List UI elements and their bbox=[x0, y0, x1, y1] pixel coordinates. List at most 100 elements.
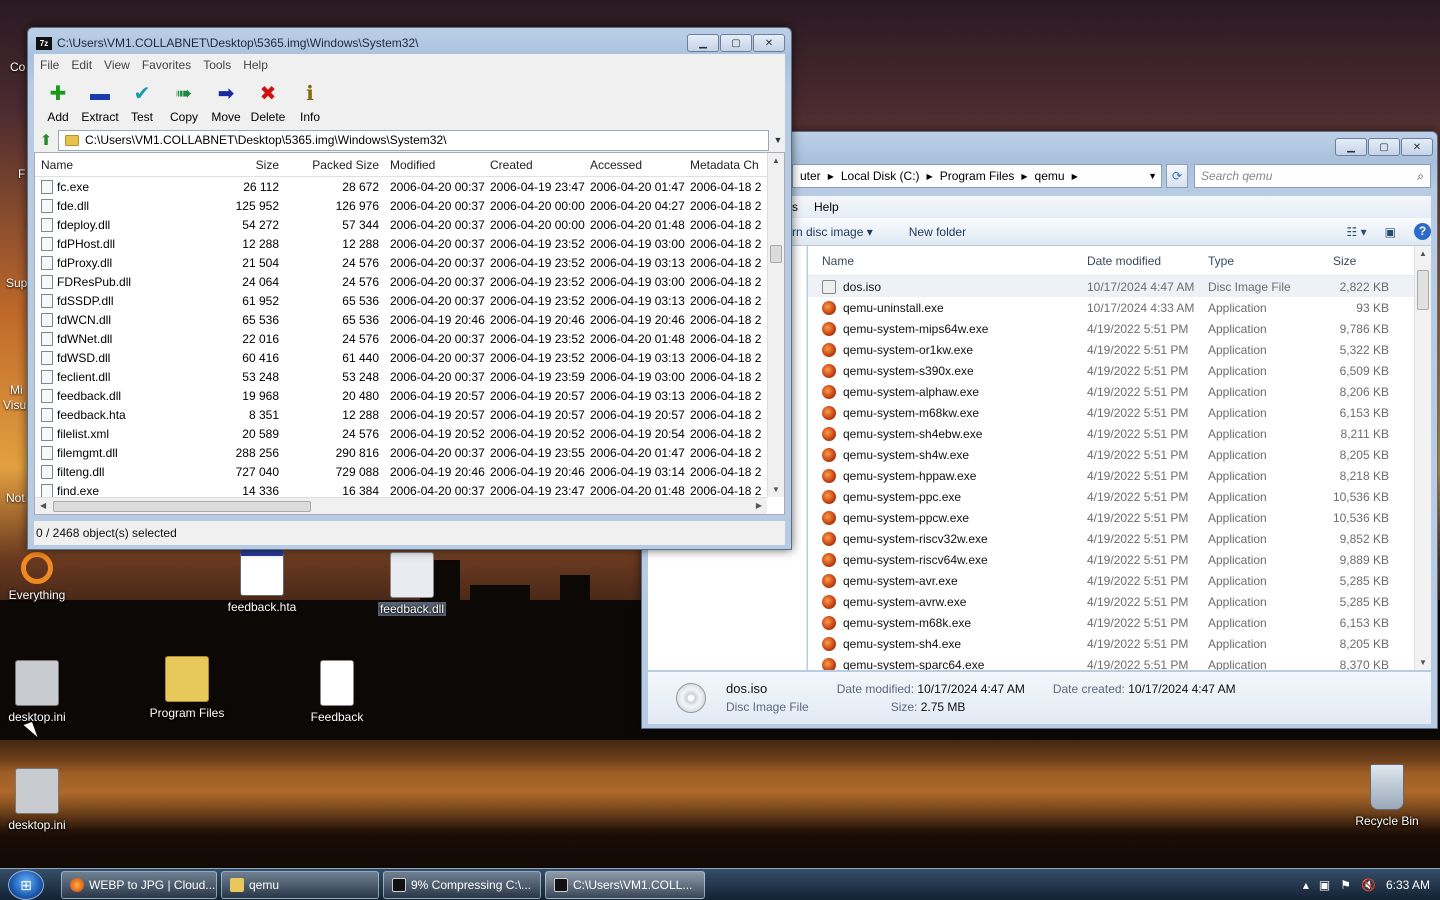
list-item[interactable]: qemu-system-ppc.exe 4/19/2022 5:51 PM Appl… bbox=[808, 486, 1431, 507]
breadcrumb-item[interactable]: qemu bbox=[1030, 169, 1070, 183]
close-button[interactable]: ✕ bbox=[1401, 138, 1433, 156]
desktop-icon-everything[interactable]: Everything bbox=[0, 552, 82, 602]
search-input[interactable]: Search qemu ⌕ bbox=[1194, 164, 1431, 188]
desktop-icon-feedback-hta[interactable]: feedback.hta bbox=[217, 550, 307, 614]
table-row[interactable]: fc.exe 26 112 28 672 2006-04-20 00:37 2006-0… bbox=[35, 177, 784, 196]
search-icon[interactable]: ⌕ bbox=[1417, 169, 1430, 184]
list-item[interactable]: qemu-system-or1kw.exe 4/19/2022 5:51 PM Ap… bbox=[808, 339, 1431, 360]
scrollbar-thumb[interactable] bbox=[53, 501, 311, 512]
list-item[interactable]: qemu-system-riscv64w.exe 4/19/2022 5:51 P… bbox=[808, 549, 1431, 570]
delete-button[interactable]: ✖ Delete bbox=[247, 76, 289, 128]
maximize-button[interactable]: ▢ bbox=[720, 34, 752, 52]
scroll-up-icon[interactable]: ▲ bbox=[1419, 249, 1427, 258]
volume-muted-icon[interactable]: 🔇 bbox=[1361, 878, 1376, 892]
test-button[interactable]: ✔ Test bbox=[121, 76, 163, 128]
list-item[interactable]: qemu-system-s390x.exe 4/19/2022 5:51 PM Ap… bbox=[808, 360, 1431, 381]
new-folder-button[interactable]: New folder bbox=[889, 225, 982, 239]
menu-item-favorites[interactable]: Favorites bbox=[136, 58, 197, 72]
tray-expand-icon[interactable]: ▴ bbox=[1303, 878, 1309, 892]
action-center-flag-icon[interactable]: ⚑ bbox=[1340, 878, 1351, 892]
table-row[interactable]: filteng.dll 727 040 729 088 2006-04-19 20:4… bbox=[35, 462, 784, 481]
list-item[interactable]: qemu-system-ppcw.exe 4/19/2022 5:51 PM App… bbox=[808, 507, 1431, 528]
table-row[interactable]: filelist.xml 20 589 24 576 2006-04-19 20:52… bbox=[35, 424, 784, 443]
archive-file-list[interactable]: Name Size Packed Size Modified Created A… bbox=[34, 152, 785, 515]
breadcrumb-separator-icon[interactable]: ▶ bbox=[1019, 172, 1029, 181]
menu-item-help[interactable]: Help bbox=[806, 200, 847, 214]
column-header-modified[interactable]: Modified bbox=[385, 158, 485, 172]
chevron-down-icon[interactable]: ▼ bbox=[1143, 171, 1161, 181]
column-header-size[interactable]: Size bbox=[185, 158, 285, 172]
list-item[interactable]: qemu-system-m68kw.exe 4/19/2022 5:51 PM Ap… bbox=[808, 402, 1431, 423]
desktop-icon-desktop-ini-2[interactable]: desktop.ini bbox=[0, 768, 82, 832]
menu-item-edit[interactable]: Edit bbox=[65, 58, 98, 72]
list-item[interactable]: qemu-system-sh4ebw.exe 4/19/2022 5:51 PM A… bbox=[808, 423, 1431, 444]
explorer-file-list[interactable]: Name Date modified Type Size dos.iso 10/1… bbox=[808, 246, 1431, 670]
table-row[interactable]: feclient.dll 53 248 53 248 2006-04-20 00:37… bbox=[35, 367, 784, 386]
up-folder-icon[interactable]: ⬆ bbox=[34, 131, 58, 149]
chevron-down-icon[interactable]: ▼ bbox=[771, 135, 785, 145]
burn-disc-image-button[interactable]: rn disc image ▾ bbox=[792, 225, 889, 239]
taskbar-item-qemu[interactable]: qemu bbox=[221, 871, 379, 899]
breadcrumb-separator-icon[interactable]: ▶ bbox=[1070, 172, 1080, 181]
menu-item-help[interactable]: Help bbox=[237, 58, 274, 72]
column-header-accessed[interactable]: Accessed bbox=[585, 158, 685, 172]
desktop-icon-feedback-dll[interactable]: feedback.dll bbox=[367, 552, 457, 616]
table-row[interactable]: fdSSDP.dll 61 952 65 536 2006-04-20 00:37 20… bbox=[35, 291, 784, 310]
column-header-metadata-changed[interactable]: Metadata Ch bbox=[685, 158, 765, 172]
menu-item-file[interactable]: File bbox=[34, 58, 65, 72]
menu-item-view[interactable]: View bbox=[98, 58, 136, 72]
table-row[interactable]: fdPHost.dll 12 288 12 288 2006-04-20 00:37 2… bbox=[35, 234, 784, 253]
column-header-date-modified[interactable]: Date modified bbox=[1069, 254, 1189, 268]
start-button[interactable]: ⊞ bbox=[8, 870, 44, 900]
breadcrumb-item[interactable]: uter bbox=[795, 169, 826, 183]
list-item[interactable]: qemu-system-avr.exe 4/19/2022 5:51 PM Appl… bbox=[808, 570, 1431, 591]
scroll-left-icon[interactable]: ◀ bbox=[40, 501, 46, 510]
taskbar-item-archive-window[interactable]: C:\Users\VM1.COLL... bbox=[545, 871, 705, 899]
menu-item-tools-partial[interactable]: s bbox=[792, 200, 806, 214]
scrollbar-thumb[interactable] bbox=[770, 245, 782, 263]
maximize-button[interactable]: ▢ bbox=[1368, 138, 1400, 156]
vertical-scrollbar[interactable]: ▲ ▼ bbox=[767, 153, 784, 497]
minimize-button[interactable]: ▁ bbox=[1335, 138, 1367, 156]
table-row[interactable]: FDResPub.dll 24 064 24 576 2006-04-20 00:37… bbox=[35, 272, 784, 291]
list-item[interactable]: qemu-uninstall.exe 10/17/2024 4:33 AM Appl… bbox=[808, 297, 1431, 318]
list-item[interactable]: qemu-system-sh4w.exe 4/19/2022 5:51 PM App… bbox=[808, 444, 1431, 465]
help-icon[interactable]: ? bbox=[1414, 223, 1431, 240]
column-header-name[interactable]: Name bbox=[808, 254, 1069, 268]
close-button[interactable]: ✕ bbox=[753, 34, 785, 52]
copy-button[interactable]: ➠ Copy bbox=[163, 76, 205, 128]
list-item[interactable]: qemu-system-sh4.exe 4/19/2022 5:51 PM Appl… bbox=[808, 633, 1431, 654]
scroll-right-icon[interactable]: ▶ bbox=[756, 501, 762, 510]
table-row[interactable]: fde.dll 125 952 126 976 2006-04-20 00:37 200… bbox=[35, 196, 784, 215]
vertical-scrollbar[interactable]: ▲ ▼ bbox=[1414, 246, 1431, 670]
taskbar-item-browser[interactable]: WEBP to JPG | Cloud... bbox=[61, 871, 217, 899]
archive-manager-window[interactable]: 7z C:\Users\VM1.COLLABNET\Desktop\5365.i… bbox=[27, 27, 792, 550]
breadcrumb-item[interactable]: Program Files bbox=[935, 169, 1020, 183]
taskbar-item-compressing[interactable]: 9% Compressing C:\... bbox=[383, 871, 541, 899]
add-button[interactable]: ✚ Add bbox=[37, 76, 79, 128]
refresh-button[interactable]: ⟳ bbox=[1166, 164, 1188, 188]
list-item[interactable]: qemu-system-m68k.exe 4/19/2022 5:51 PM App… bbox=[808, 612, 1431, 633]
extract-button[interactable]: ▬ Extract bbox=[79, 76, 121, 128]
preview-pane-icon[interactable]: ▣ bbox=[1385, 225, 1396, 239]
list-item[interactable]: dos.iso 10/17/2024 4:47 AM Disc Image File… bbox=[808, 276, 1431, 297]
list-item[interactable]: qemu-system-sparc64.exe 4/19/2022 5:51 PM… bbox=[808, 654, 1431, 670]
table-row[interactable]: fdWCN.dll 65 536 65 536 2006-04-19 20:46 200… bbox=[35, 310, 784, 329]
list-item[interactable]: qemu-system-avrw.exe 4/19/2022 5:51 PM App… bbox=[808, 591, 1431, 612]
desktop-icon-recycle-bin[interactable]: Recycle Bin bbox=[1342, 764, 1432, 828]
breadcrumb-item[interactable]: Local Disk (C:) bbox=[836, 169, 925, 183]
breadcrumb-separator-icon[interactable]: ▶ bbox=[826, 172, 836, 181]
table-row[interactable]: fdWSD.dll 60 416 61 440 2006-04-20 00:37 200… bbox=[35, 348, 784, 367]
path-input[interactable]: C:\Users\VM1.COLLABNET\Desktop\5365.img\… bbox=[58, 129, 769, 151]
column-header-size[interactable]: Size bbox=[1309, 254, 1389, 268]
column-header-type[interactable]: Type bbox=[1189, 254, 1309, 268]
scrollbar-thumb[interactable] bbox=[1417, 270, 1429, 310]
desktop-icon-desktop-ini[interactable]: desktop.ini bbox=[0, 660, 82, 724]
table-row[interactable]: filemgmt.dll 288 256 290 816 2006-04-20 00:… bbox=[35, 443, 784, 462]
column-header-created[interactable]: Created bbox=[485, 158, 585, 172]
list-item[interactable]: qemu-system-mips64w.exe 4/19/2022 5:51 PM… bbox=[808, 318, 1431, 339]
move-button[interactable]: ➡ Move bbox=[205, 76, 247, 128]
list-item[interactable]: qemu-system-riscv32w.exe 4/19/2022 5:51 P… bbox=[808, 528, 1431, 549]
breadcrumb[interactable]: uter ▶ Local Disk (C:) ▶ Program Files ▶… bbox=[792, 164, 1162, 188]
breadcrumb-separator-icon[interactable]: ▶ bbox=[925, 172, 935, 181]
